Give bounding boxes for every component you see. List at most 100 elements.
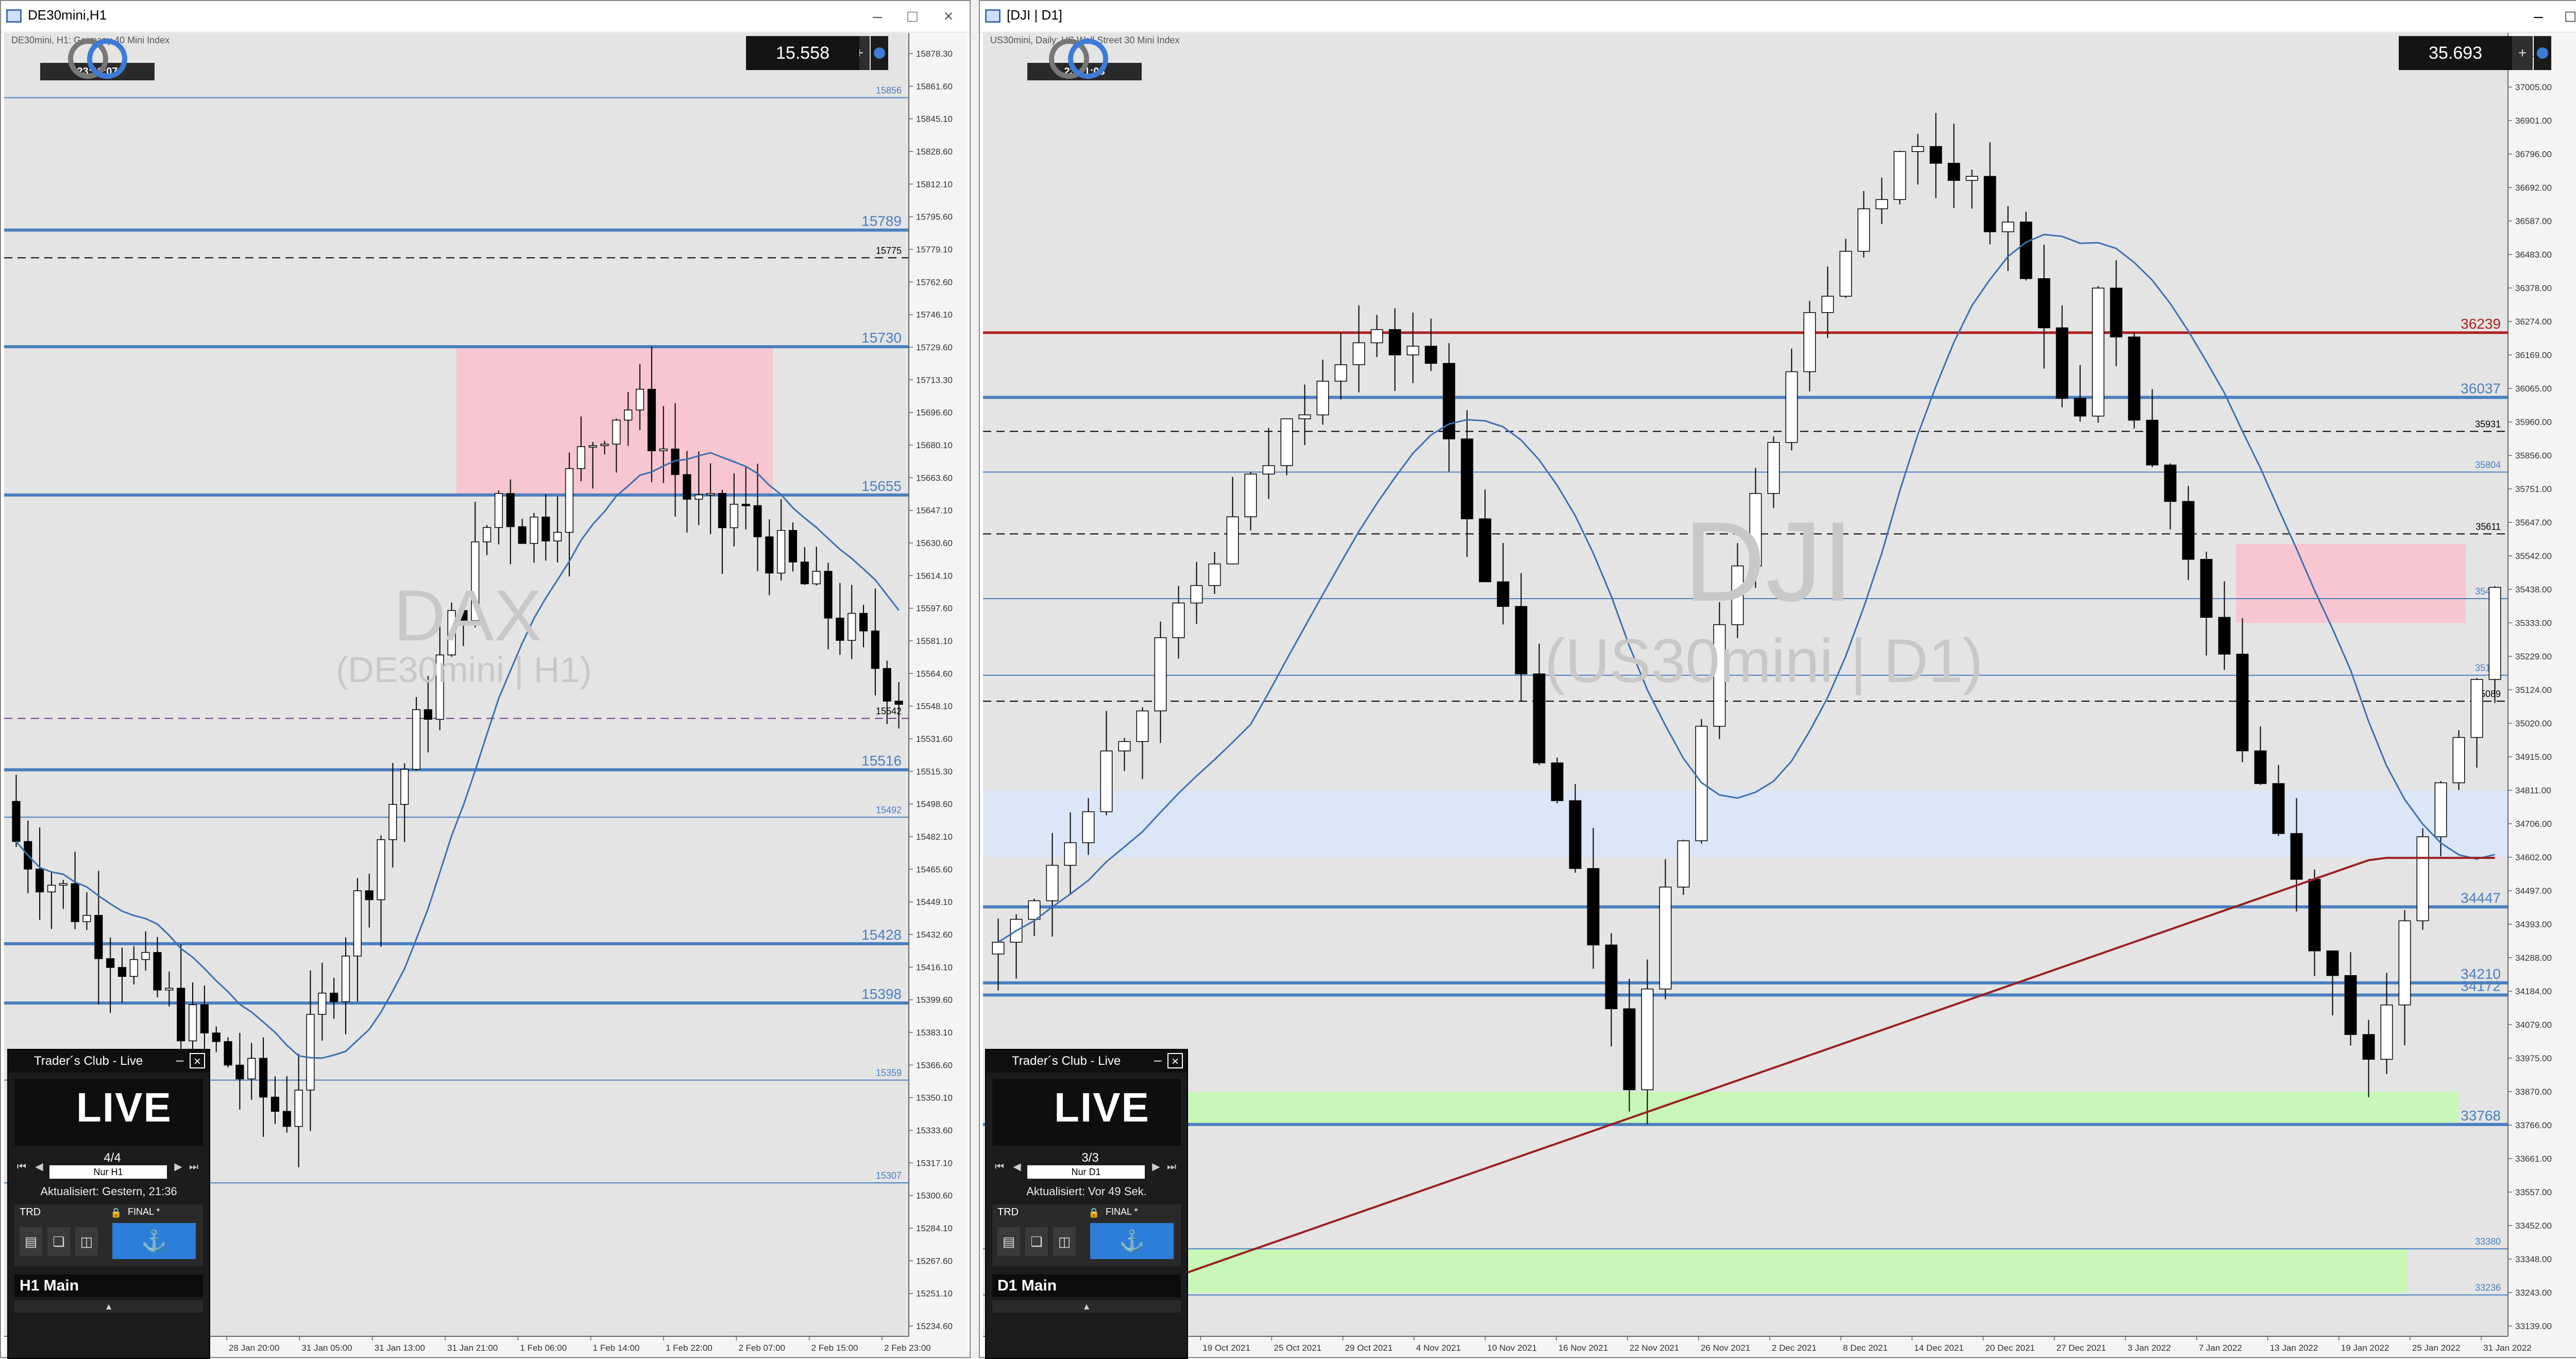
price-axis-label: 15696.60 [916, 408, 953, 418]
candle [494, 493, 503, 528]
lock-icon[interactable]: 🔒 [110, 1208, 122, 1218]
price-axis-label: 36378.00 [2515, 283, 2552, 293]
left-panel-expand-icon[interactable]: ▲ [14, 1300, 203, 1313]
price-axis-label: 35960.00 [2515, 417, 2552, 427]
candle [165, 988, 174, 991]
candle [600, 444, 609, 446]
last-page-icon[interactable]: ⏭ [1164, 1159, 1179, 1175]
minimize-icon[interactable]: – [2526, 5, 2551, 27]
price-axis-label: 15383.10 [916, 1028, 953, 1038]
candle [1821, 296, 1834, 313]
anchor-button[interactable]: ⚓ [112, 1223, 196, 1259]
right-panel-minimize-icon[interactable]: – [1150, 1053, 1165, 1068]
candle [1911, 146, 1924, 152]
candle [2128, 336, 2141, 421]
candle [718, 493, 727, 529]
database-icon[interactable]: ◫ [75, 1227, 98, 1256]
time-axis-label: 16 Nov 2021 [1558, 1343, 1608, 1353]
right-panel-count: 3/3 [1081, 1151, 1099, 1165]
candle [1551, 762, 1564, 801]
price-axis-label: 15531.60 [916, 734, 953, 744]
minimize-icon[interactable]: – [865, 5, 890, 27]
right-panel-close-icon[interactable]: × [1167, 1053, 1183, 1068]
right-chart[interactable]: 36239 36037 35931 35804 35611 35409 35170 35089… [983, 33, 2576, 1357]
left-live-banner: LIVE [14, 1079, 203, 1146]
candle [318, 993, 327, 1015]
right-trd-label: TRD [997, 1207, 1019, 1218]
time-axis-label: 1 Feb 14:00 [593, 1343, 640, 1353]
candle [565, 468, 574, 533]
candle [2092, 287, 2105, 417]
windows-icon[interactable]: ❏ [1025, 1227, 1048, 1256]
candle [647, 388, 656, 451]
candle [1893, 151, 1906, 200]
candle [247, 1058, 256, 1080]
time-axis-label: 29 Oct 2021 [1345, 1343, 1393, 1353]
left-panel-filter[interactable]: Nur H1 [49, 1165, 167, 1179]
level-label: 34447 [2461, 890, 2501, 906]
right-price-display: 35.693 [2399, 36, 2512, 70]
document-icon[interactable]: ▤ [997, 1227, 1020, 1256]
left-watermark-timeframe: (DE30mini | H1) [336, 650, 592, 690]
windows-icon[interactable]: ❏ [47, 1227, 70, 1256]
left-price-display: 15.558 [746, 36, 859, 70]
database-icon[interactable]: ◫ [1053, 1227, 1076, 1256]
candle [330, 993, 338, 1003]
candle [800, 562, 809, 585]
prev-page-icon[interactable]: ◀ [1010, 1159, 1024, 1175]
candle [894, 701, 903, 705]
candle [1875, 199, 1888, 210]
time-axis-label: 10 Nov 2021 [1487, 1343, 1537, 1353]
price-axis-label: 33452.00 [2515, 1221, 2552, 1231]
left-live-label: LIVE [76, 1084, 172, 1130]
price-axis-label: 15597.60 [916, 604, 953, 614]
level-label: 15516 [861, 753, 902, 769]
candle [1082, 811, 1095, 843]
right-panel-expand-icon[interactable]: ▲ [992, 1300, 1181, 1313]
time-axis-label: 31 Jan 05:00 [301, 1343, 352, 1353]
candle [2380, 1004, 2393, 1060]
left-panel-close-icon[interactable]: × [190, 1053, 205, 1068]
traders-club-logo-icon [68, 39, 127, 79]
candle [859, 613, 868, 632]
price-axis-label: 36901.00 [2515, 116, 2552, 126]
time-axis-label: 2 Feb 07:00 [738, 1343, 785, 1353]
anchor-button[interactable]: ⚓ [1090, 1223, 1174, 1259]
right-price-up-button[interactable]: + [2512, 36, 2533, 70]
right-panel-filter[interactable]: Nur D1 [1027, 1165, 1145, 1179]
level-label: 35804 [2475, 460, 2501, 470]
next-page-icon[interactable]: ▶ [1149, 1159, 1163, 1175]
lock-icon[interactable]: 🔒 [1088, 1208, 1099, 1218]
candle [341, 956, 350, 1003]
candle [694, 494, 703, 500]
next-page-icon[interactable]: ▶ [171, 1159, 185, 1175]
document-icon[interactable]: ▤ [20, 1227, 42, 1256]
price-axis-label: 15878.30 [916, 49, 953, 59]
right-traders-club-panel: Trader´s Club - Live – × LIVE ⏮ ◀ 3/3 Nu… [985, 1049, 1188, 1359]
candle [2452, 737, 2465, 784]
prev-page-icon[interactable]: ◀ [32, 1159, 46, 1175]
last-page-icon[interactable]: ⏭ [187, 1159, 201, 1175]
candle [412, 709, 421, 770]
close-icon[interactable]: × [936, 5, 961, 27]
maximize-icon[interactable]: □ [2557, 5, 2576, 27]
maximize-icon[interactable]: □ [900, 5, 925, 27]
level-label: 36239 [2461, 316, 2501, 332]
candle [1569, 800, 1582, 869]
price-axis-label: 36065.00 [2515, 384, 2552, 394]
price-axis-label: 36169.00 [2515, 350, 2552, 360]
time-axis-label: 4 Nov 2021 [1416, 1343, 1461, 1353]
first-page-icon[interactable]: ⏮ [14, 1159, 29, 1175]
candle [388, 804, 397, 840]
right-price-settings-button[interactable] [2534, 36, 2551, 70]
left-price-settings-button[interactable] [871, 36, 888, 70]
candle [1226, 516, 1239, 565]
candle [47, 885, 56, 893]
first-page-icon[interactable]: ⏮ [992, 1159, 1007, 1175]
chart-window-icon [985, 9, 1001, 23]
left-panel-minimize-icon[interactable]: – [172, 1053, 188, 1068]
price-axis-label: 35020.00 [2515, 719, 2552, 728]
candle [753, 505, 762, 537]
candle [1298, 414, 1311, 419]
candle [212, 1032, 221, 1042]
